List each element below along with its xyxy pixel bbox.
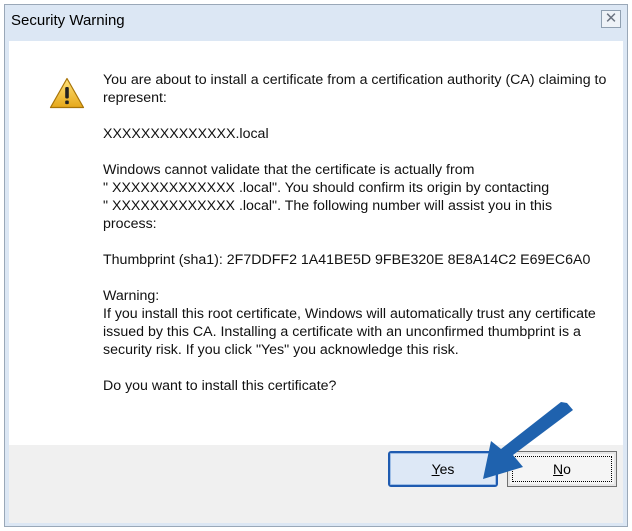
validation-line-2: " XXXXXXXXXXXXX .local". You should conf… (103, 180, 550, 196)
question-text: Do you want to install this certificate? (103, 378, 337, 394)
validation-line-4: process: (103, 216, 157, 232)
warning-heading: Warning: (103, 288, 160, 304)
close-button[interactable]: ✕ (601, 10, 621, 28)
thumbprint-text: Thumbprint (sha1): 2F7DDFF2 1A41BE5D 9FB… (103, 252, 591, 268)
close-icon: ✕ (604, 10, 618, 27)
intro-text: You are about to install a certificate f… (103, 72, 607, 106)
title-bar[interactable]: Security Warning ✕ (5, 5, 627, 35)
message-text: You are about to install a certificate f… (103, 71, 613, 395)
warning-triangle-icon (49, 77, 85, 109)
certificate-subject: XXXXXXXXXXXXXX.local (103, 126, 269, 142)
validation-line-3: " XXXXXXXXXXXXX .local". The following n… (103, 198, 553, 214)
validation-line-1: Windows cannot validate that the certifi… (103, 162, 475, 178)
warning-body: If you install this root certificate, Wi… (103, 306, 596, 358)
window-title: Security Warning (11, 12, 125, 29)
pointer-arrow-icon (483, 402, 573, 479)
message-area: You are about to install a certificate f… (9, 41, 623, 445)
security-warning-dialog: Security Warning ✕ You are about to inst… (4, 4, 628, 527)
yes-button-label: Yes (431, 461, 455, 477)
